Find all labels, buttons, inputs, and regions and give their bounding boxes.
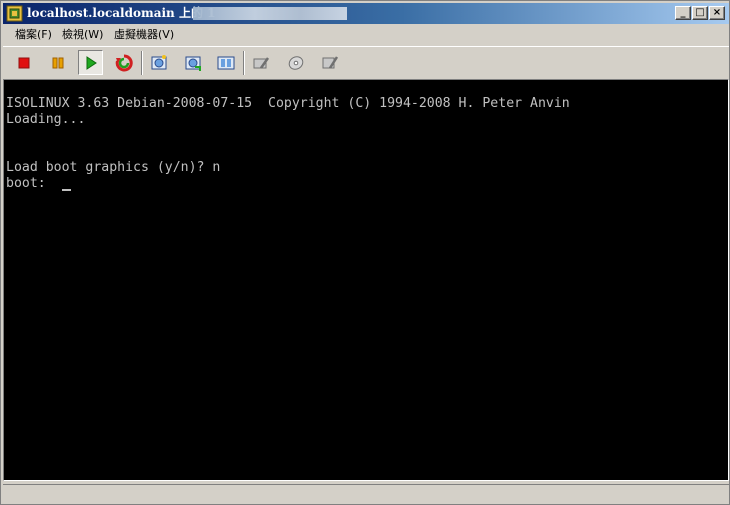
console-line: ISOLINUX 3.63 Debian-2008-07-15 Copyrigh… (6, 96, 570, 111)
menu-bar: 檔案(F) 檢視(W) 虛擬機器(V) (3, 26, 729, 45)
status-bar (3, 484, 729, 503)
toolbar (3, 46, 729, 78)
revert-snapshot-icon (185, 56, 201, 71)
reset-button[interactable] (111, 50, 136, 75)
vm-console-window: localhost.localdomain 上的 1 _ □ × 檔案(F) 檢… (0, 0, 730, 505)
cd-dvd-icon (288, 55, 303, 70)
play-icon (86, 55, 97, 70)
pause-button[interactable] (45, 50, 70, 75)
redacted-title-area (193, 7, 347, 20)
vm-app-icon (6, 5, 23, 22)
snapshot-button[interactable] (146, 50, 171, 75)
stop-icon (18, 57, 29, 68)
console-line: boot: (6, 176, 54, 191)
title-bar[interactable]: localhost.localdomain 上的 1 _ □ × (3, 3, 729, 24)
minimize-button[interactable]: _ (675, 6, 691, 20)
snapshot-icon (151, 54, 166, 69)
edit-settings-button[interactable] (248, 50, 273, 75)
toolbar-separator (141, 51, 143, 75)
cd-dvd-button[interactable] (283, 50, 308, 75)
edit-settings-icon (253, 56, 269, 69)
reset-icon (115, 53, 133, 71)
close-button[interactable]: × (709, 6, 725, 20)
menu-file[interactable]: 檔案(F) (15, 28, 52, 42)
pause-icon (52, 57, 63, 68)
manage-snapshots-icon (217, 56, 234, 69)
floppy-button[interactable] (317, 50, 342, 75)
vm-console-screen[interactable]: ISOLINUX 3.63 Debian-2008-07-15 Copyrigh… (3, 79, 729, 481)
toolbar-separator (243, 51, 245, 75)
window-title: localhost.localdomain 上的 1 (27, 6, 216, 20)
text-cursor (62, 189, 71, 191)
revert-snapshot-button[interactable] (180, 50, 205, 75)
console-line: Loading... (6, 112, 86, 127)
stop-button[interactable] (11, 50, 36, 75)
maximize-button[interactable]: □ (692, 6, 708, 20)
floppy-icon (322, 55, 338, 69)
console-line: Load boot graphics (y/n)? n (6, 160, 221, 175)
menu-vm[interactable]: 虛擬機器(V) (114, 28, 174, 42)
power-on-button[interactable] (78, 50, 103, 75)
manage-snapshots-button[interactable] (213, 50, 238, 75)
menu-view[interactable]: 檢視(W) (62, 28, 103, 42)
